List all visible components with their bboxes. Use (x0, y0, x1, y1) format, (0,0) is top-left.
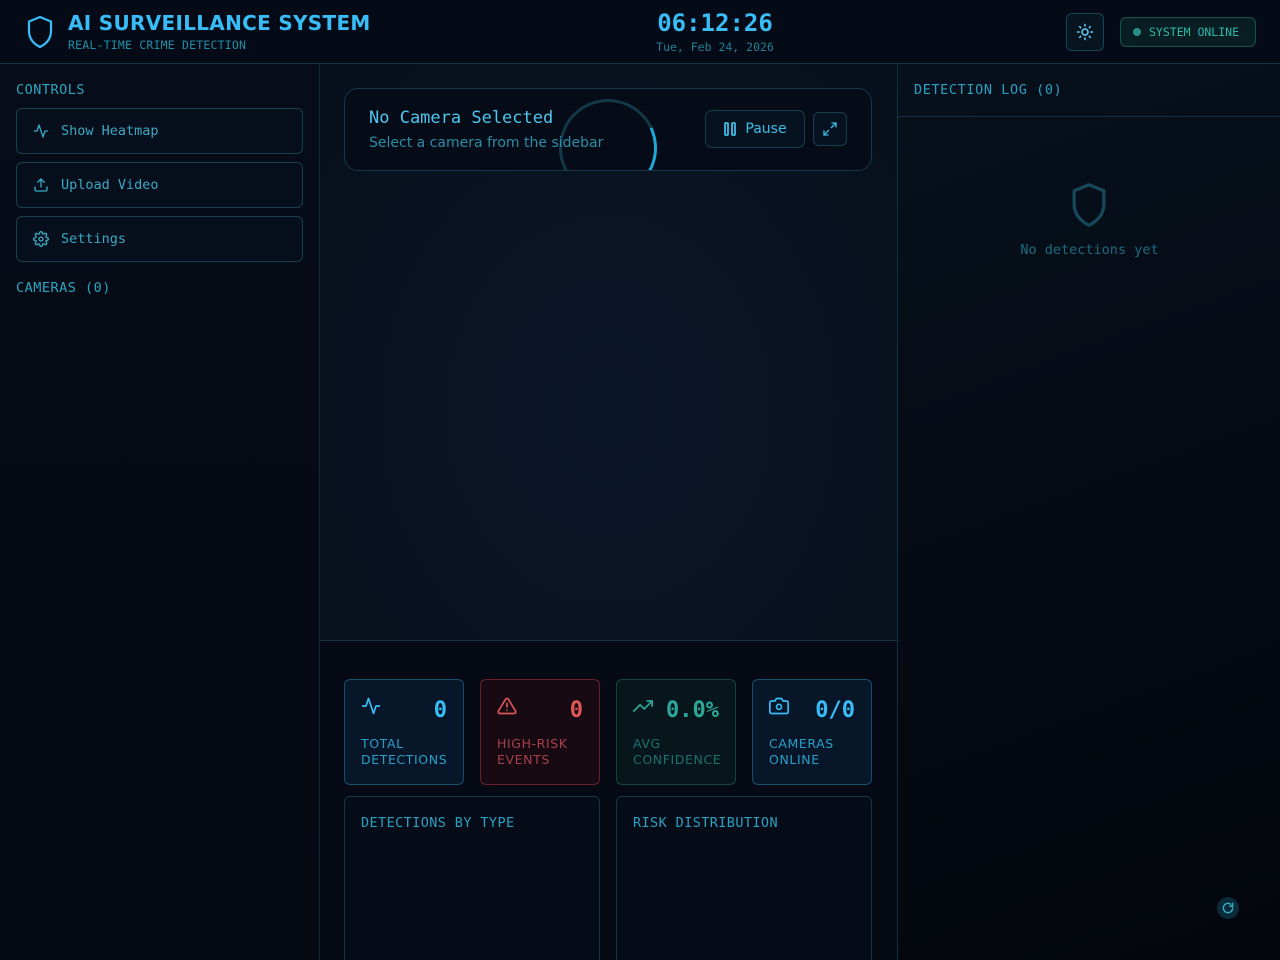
pause-label: Pause (745, 121, 787, 137)
gear-icon (33, 231, 49, 247)
show-heatmap-label: Show Heatmap (61, 123, 159, 139)
fullscreen-button[interactable] (813, 112, 847, 146)
detection-log-title: DETECTION LOG (0) (914, 82, 1063, 98)
activity-icon (361, 697, 381, 715)
activity-icon (33, 124, 49, 138)
sun-icon (1076, 23, 1094, 41)
detection-log-panel: DETECTION LOG (0) No detections yet (897, 64, 1280, 960)
camera-subtitle: Select a camera from the sidebar (369, 135, 604, 151)
controls-label: CONTROLS (16, 82, 86, 98)
theme-toggle-button[interactable] (1066, 13, 1104, 51)
avg-confidence-card: 0.0% AVG CONFIDENCE (616, 679, 736, 785)
camera-icon (769, 697, 789, 715)
high-risk-events-value: 0 (569, 698, 583, 723)
date: Tue, Feb 24, 2026 (656, 40, 774, 54)
assistant-button[interactable] (1217, 897, 1239, 919)
detection-log-header: DETECTION LOG (0) (898, 64, 1280, 117)
risk-distribution-chart: RISK DISTRIBUTION (616, 796, 872, 960)
upload-icon (34, 178, 48, 192)
cameras-label: CAMERAS (0) (16, 280, 111, 296)
pause-button[interactable]: Pause (705, 110, 805, 148)
app-title: AI SURVEILLANCE SYSTEM (68, 11, 371, 35)
pause-icon (724, 122, 737, 136)
high-risk-events-card: 0 HIGH-RISK EVENTS (480, 679, 600, 785)
system-status-badge: SYSTEM ONLINE (1120, 17, 1256, 47)
stats-panel: 0 TOTAL DETECTIONS 0 HIGH-RISK EVENTS 0.… (320, 640, 897, 960)
clock: 06:12:26 (657, 9, 773, 37)
total-detections-card: 0 TOTAL DETECTIONS (344, 679, 464, 785)
camera-view: No Camera Selected Select a camera from … (320, 64, 897, 640)
avg-confidence-value: 0.0% (666, 698, 719, 723)
cameras-online-card: 0/0 CAMERAS ONLINE (752, 679, 872, 785)
camera-title: No Camera Selected (369, 108, 554, 128)
system-status-text: SYSTEM ONLINE (1149, 25, 1240, 39)
camera-info-card: No Camera Selected Select a camera from … (344, 88, 872, 171)
trending-up-icon (633, 700, 653, 712)
high-risk-events-label: HIGH-RISK EVENTS (497, 736, 568, 767)
upload-video-label: Upload Video (61, 177, 159, 193)
shield-icon (1072, 183, 1106, 227)
cameras-online-value: 0/0 (815, 698, 855, 723)
settings-label: Settings (61, 231, 127, 247)
status-dot-icon (1133, 28, 1141, 36)
shield-logo-icon (27, 15, 53, 49)
alert-triangle-icon (497, 697, 517, 715)
maximize-icon (823, 122, 837, 136)
loading-spinner (545, 89, 671, 170)
settings-button[interactable]: Settings (16, 216, 303, 262)
cameras-online-label: CAMERAS ONLINE (769, 736, 834, 767)
top-header: AI SURVEILLANCE SYSTEM REAL-TIME CRIME D… (0, 0, 1280, 64)
avg-confidence-label: AVG CONFIDENCE (633, 736, 722, 767)
show-heatmap-button[interactable]: Show Heatmap (16, 108, 303, 154)
refresh-icon (1222, 902, 1234, 914)
sidebar: CONTROLS Show Heatmap Upload Video Setti… (0, 64, 320, 960)
total-detections-value: 0 (433, 698, 447, 723)
total-detections-label: TOTAL DETECTIONS (361, 736, 448, 767)
detections-by-type-title: DETECTIONS BY TYPE (361, 815, 515, 831)
upload-video-button[interactable]: Upload Video (16, 162, 303, 208)
app-subtitle: REAL-TIME CRIME DETECTION (68, 38, 247, 52)
empty-log-text: No detections yet (1020, 242, 1159, 258)
risk-distribution-title: RISK DISTRIBUTION (633, 815, 778, 831)
detections-by-type-chart: DETECTIONS BY TYPE (344, 796, 600, 960)
